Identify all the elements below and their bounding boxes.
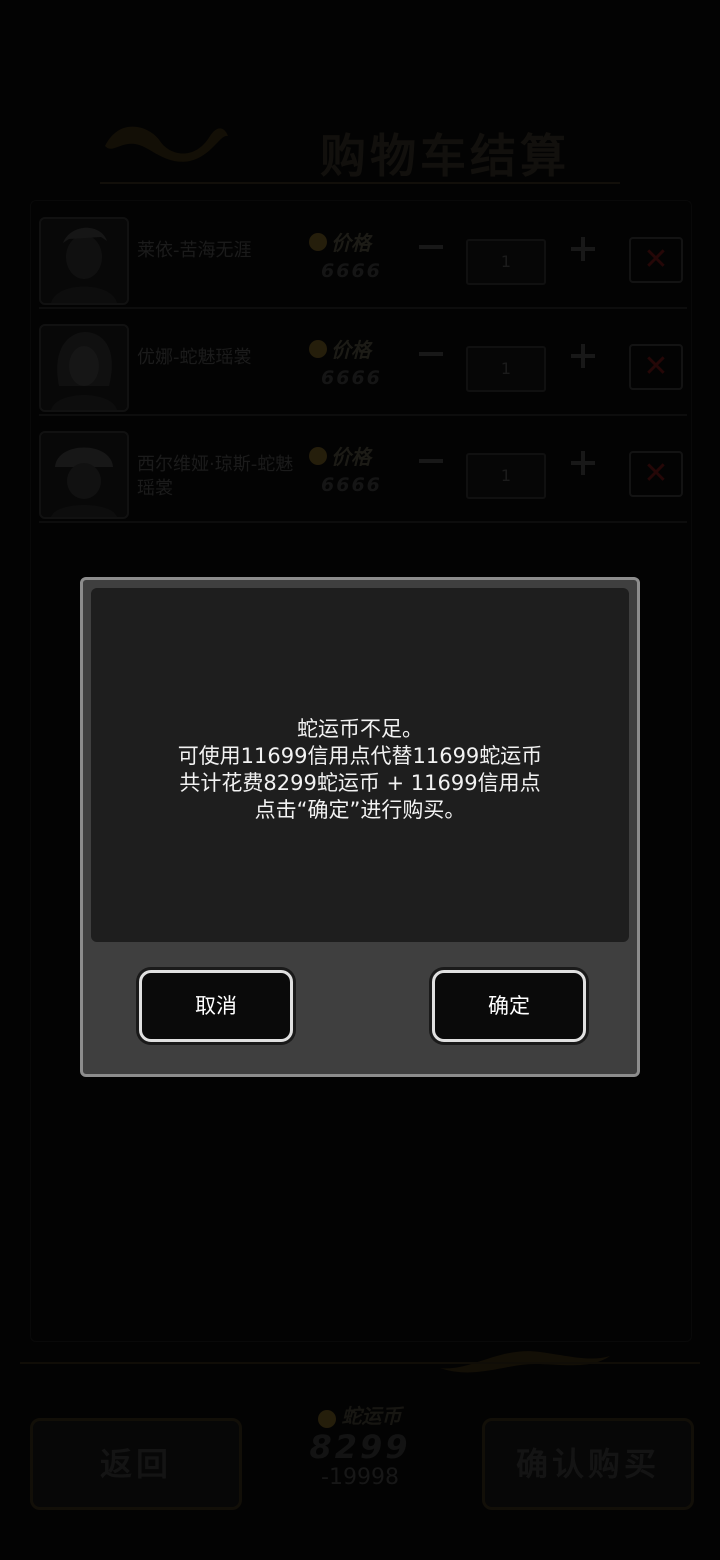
dialog-message-panel: 蛇运币不足。 可使用11699信用点代替11699蛇运币 共计花费8299蛇运币… [91, 588, 629, 942]
dialog-message-line: 可使用11699信用点代替11699蛇运币 [177, 744, 543, 768]
dialog-message-line: 蛇运币不足。 [297, 717, 423, 741]
dialog-message: 蛇运币不足。 可使用11699信用点代替11699蛇运币 共计花费8299蛇运币… [91, 716, 629, 824]
cancel-button[interactable]: 取消 [139, 970, 293, 1042]
ok-button[interactable]: 确定 [432, 970, 586, 1042]
dialog-message-line: 共计花费8299蛇运币 + 11699信用点 [179, 771, 541, 795]
insufficient-currency-dialog: 蛇运币不足。 可使用11699信用点代替11699蛇运币 共计花费8299蛇运币… [80, 577, 640, 1077]
dialog-message-line: 点击“确定”进行购买。 [254, 798, 466, 822]
